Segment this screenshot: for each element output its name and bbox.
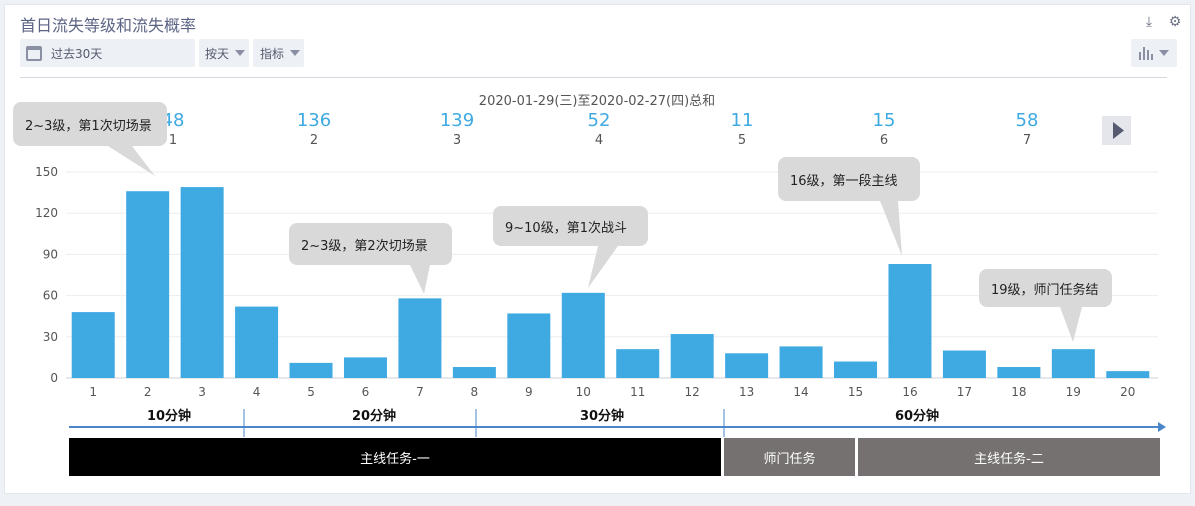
arrow-head-icon: [1158, 422, 1166, 432]
y-axis: 0 30 60 90 120 150: [35, 165, 58, 385]
x-tick-label: 5: [307, 385, 315, 399]
bar-14: [779, 346, 823, 378]
x-tick-label: 16: [902, 385, 917, 399]
y-tick-label: 120: [35, 206, 58, 220]
task-bar: 主线任务-一: [69, 438, 721, 476]
bar-9: [507, 313, 551, 378]
summary-value: 136: [297, 110, 331, 131]
time-phase-label: 10分钟: [146, 409, 192, 424]
x-tick-label: 6: [362, 385, 370, 399]
x-tick-label: 14: [793, 385, 808, 399]
summary-label: 5: [738, 133, 746, 148]
bar-12: [670, 334, 714, 378]
chart-subtitle: 2020-01-29(三)至2020-02-27(四)总和: [479, 94, 715, 109]
y-tick-label: 150: [35, 165, 58, 179]
bar-3: [180, 187, 224, 378]
summary-label: 3: [453, 133, 461, 148]
bar-13: [725, 353, 769, 378]
summary-label: 4: [595, 133, 603, 148]
summary-label: 1: [169, 133, 177, 148]
summary-value: 139: [440, 110, 474, 131]
x-tick-label: 18: [1011, 385, 1026, 399]
x-tick-label: 4: [253, 385, 261, 399]
y-tick-label: 0: [50, 371, 58, 385]
summary-label: 6: [880, 133, 888, 148]
bar-19: [1051, 349, 1095, 378]
x-tick-label: 11: [630, 385, 645, 399]
summary-value: 52: [588, 110, 611, 131]
bar-5: [289, 362, 333, 378]
x-tick-label: 7: [416, 385, 424, 399]
x-tick-label: 3: [198, 385, 206, 399]
x-tick-label: 20: [1120, 385, 1135, 399]
time-phase-label: 20分钟: [351, 409, 397, 424]
callout-bubble: 19级，师门任务结: [979, 269, 1112, 307]
x-tick-label: 19: [1066, 385, 1081, 399]
time-phase-label: 60分钟: [894, 409, 940, 424]
bar-20: [1106, 371, 1150, 378]
callout-pointer: [588, 246, 618, 288]
callout-pointer: [880, 201, 902, 256]
x-tick-label: 8: [471, 385, 479, 399]
x-tick-label: 13: [739, 385, 754, 399]
x-tick-label: 2: [144, 385, 152, 399]
bar-17: [942, 350, 986, 378]
summary-value: 58: [1016, 110, 1039, 131]
x-tick-label: 1: [89, 385, 97, 399]
bar-16: [888, 264, 932, 378]
callout-bubble: 9~10级，第1次战斗: [493, 206, 648, 246]
x-tick-label: 17: [957, 385, 972, 399]
task-bar: 师门任务: [724, 438, 855, 476]
bar-7: [398, 298, 442, 378]
bar-18: [997, 367, 1041, 378]
callout-bubble: 2~3级，第2次切场景: [289, 223, 452, 265]
bar-10: [561, 292, 605, 378]
x-tick-label: 9: [525, 385, 533, 399]
bar-6: [343, 357, 387, 378]
x-tick-label: 12: [685, 385, 700, 399]
summary-label: 7: [1023, 133, 1031, 148]
bar-15: [834, 361, 878, 378]
callout-bubble: 16级，第一段主线: [778, 157, 920, 201]
x-tick-label: 15: [848, 385, 863, 399]
bar-2: [126, 191, 170, 378]
bar-8: [452, 367, 496, 378]
task-bar: 主线任务-二: [858, 438, 1160, 476]
summary-value: 11: [731, 110, 754, 131]
bar-4: [235, 306, 279, 378]
callout-pointer: [410, 265, 430, 294]
time-phase-label: 30分钟: [579, 409, 625, 424]
bar-chart: 2020-01-29(三)至2020-02-27(四)总和 4811362139…: [35, 94, 1166, 437]
next-page-button[interactable]: [1102, 116, 1131, 145]
y-tick-label: 60: [43, 289, 58, 303]
y-tick-label: 90: [43, 247, 58, 261]
summary-row: 48113621393524115156587: [162, 110, 1039, 148]
bar-1: [71, 312, 115, 378]
summary-label: 2: [310, 133, 318, 148]
summary-value: 15: [873, 110, 896, 131]
y-tick-label: 30: [43, 330, 58, 344]
callout-bubble: 2~3级，第1次切场景: [13, 102, 167, 146]
bar-11: [616, 349, 660, 378]
x-axis: 1 2 3 4 5 6 7 8 9 10 11 12 13 14 15 16 17 18 19 20: [89, 385, 1135, 399]
x-tick-label: 10: [576, 385, 591, 399]
